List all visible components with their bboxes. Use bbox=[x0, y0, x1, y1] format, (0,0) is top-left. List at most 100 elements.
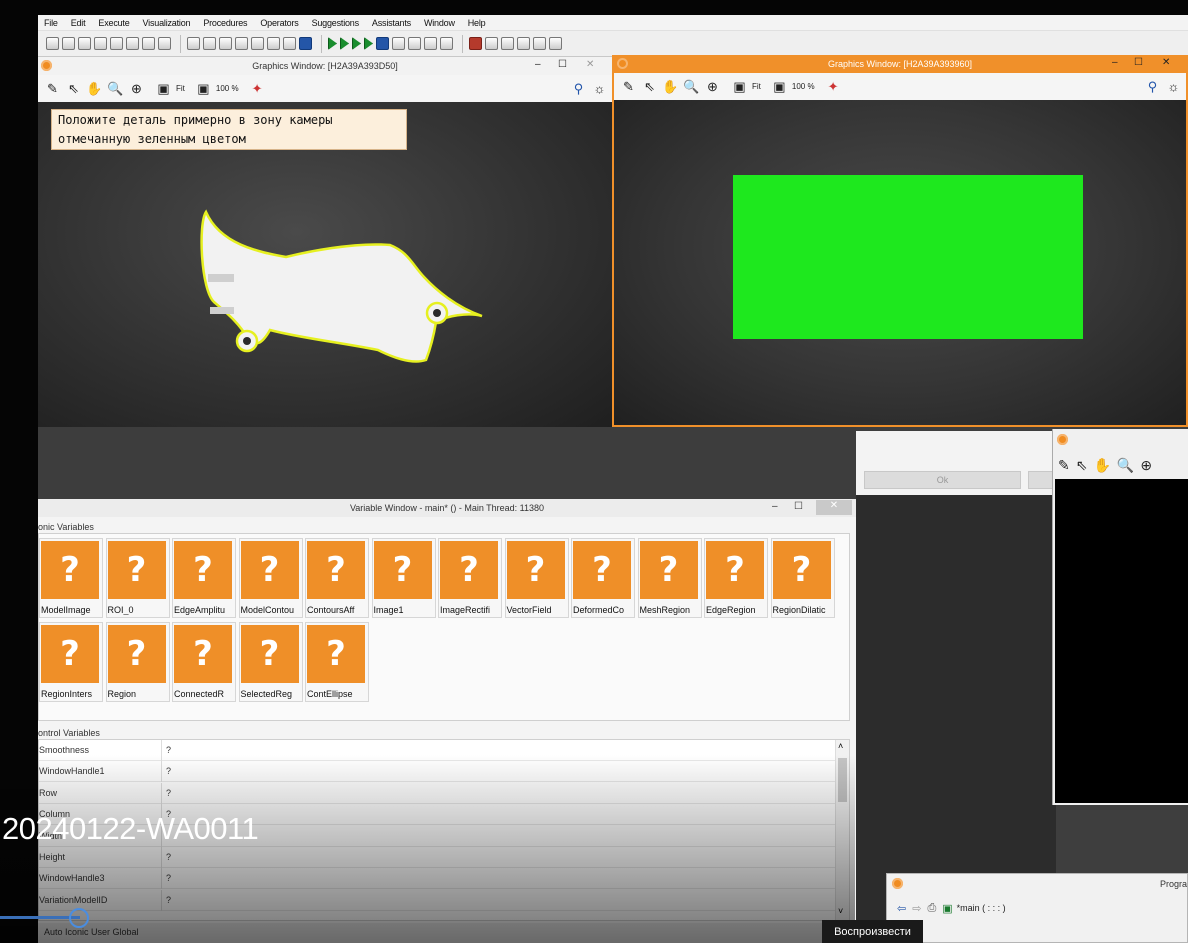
menu-execute[interactable]: Execute bbox=[98, 18, 129, 28]
zoom-percent-dropdown[interactable]: 100 % bbox=[792, 82, 815, 91]
print-icon[interactable] bbox=[110, 37, 123, 50]
minimize-button[interactable]: – bbox=[772, 501, 778, 512]
menu-visualization[interactable]: Visualization bbox=[143, 18, 191, 28]
find-icon[interactable] bbox=[267, 37, 280, 50]
zoom-percent-icon[interactable]: ▣ bbox=[195, 80, 212, 97]
edit-icon[interactable]: ✎ bbox=[1058, 457, 1070, 474]
menu-assistants[interactable]: Assistants bbox=[372, 18, 411, 28]
fit-dropdown[interactable]: Fit bbox=[176, 84, 185, 93]
menu-help[interactable]: Help bbox=[468, 18, 486, 28]
iconic-variable-tile[interactable]: ? Image1 bbox=[371, 538, 436, 618]
variable-window[interactable]: Variable Window - main* () - Main Thread… bbox=[38, 499, 856, 943]
control-scrollbar[interactable]: ˄ ˅ bbox=[835, 740, 849, 920]
close-button[interactable]: ✕ bbox=[586, 59, 594, 70]
zoom-dropdown-icon[interactable]: ⊕ bbox=[128, 80, 145, 97]
zoom-window-icon[interactable] bbox=[517, 37, 530, 50]
edit-icon[interactable]: ✎ bbox=[620, 78, 637, 95]
edit-icon[interactable]: ✎ bbox=[44, 80, 61, 97]
control-variable-row[interactable]: VariationModelID? bbox=[39, 889, 839, 911]
open-recent-icon[interactable] bbox=[78, 37, 91, 50]
zoom-dropdown-icon[interactable]: ⊕ bbox=[704, 78, 721, 95]
iconic-variable-tile[interactable]: ? RegionDilatic bbox=[770, 538, 835, 618]
iconic-variable-tile[interactable]: ? EdgeAmplitu bbox=[172, 538, 236, 618]
procedure-combo[interactable]: *main ( : : : ) bbox=[957, 903, 1006, 913]
iconic-variable-tile[interactable]: ? Region bbox=[105, 622, 170, 702]
maximize-button[interactable]: ☐ bbox=[1134, 57, 1143, 68]
binoculars-icon[interactable] bbox=[299, 37, 312, 50]
iconic-variable-tile[interactable]: ? VectorField bbox=[504, 538, 569, 618]
open-file-icon[interactable] bbox=[62, 37, 75, 50]
step-out-icon[interactable] bbox=[364, 37, 373, 50]
fit-icon[interactable]: ▣ bbox=[731, 78, 748, 95]
iconic-variable-tile[interactable]: ? RegionInters bbox=[39, 622, 103, 702]
magnifier-icon[interactable]: 🔍 bbox=[683, 78, 700, 95]
scroll-up-icon[interactable]: ˄ bbox=[838, 741, 843, 751]
scroll-down-icon[interactable]: ˅ bbox=[838, 906, 843, 916]
scrollbar-thumb[interactable] bbox=[838, 758, 847, 802]
paste-icon[interactable] bbox=[219, 37, 232, 50]
activate-icon[interactable] bbox=[408, 37, 421, 50]
minimize-button[interactable]: – bbox=[1112, 57, 1118, 68]
deactivate-icon[interactable] bbox=[424, 37, 437, 50]
close-button[interactable]: ✕ bbox=[1162, 57, 1170, 68]
fit-icon[interactable]: ▣ bbox=[155, 80, 172, 97]
pan-hand-icon[interactable]: ✋ bbox=[86, 80, 103, 97]
redo-icon[interactable] bbox=[251, 37, 264, 50]
graphics-window-right-titlebar[interactable]: Graphics Window: [H2A39A393960] – ☐ ✕ bbox=[614, 55, 1186, 73]
iconic-variable-tile[interactable]: ? DeformedCo bbox=[571, 538, 635, 618]
feature-inspection-icon[interactable] bbox=[549, 37, 562, 50]
ok-button[interactable]: Ok bbox=[864, 471, 1021, 489]
pan-hand-icon[interactable]: ✋ bbox=[1093, 457, 1110, 474]
video-progress-knob[interactable] bbox=[69, 908, 89, 928]
iconic-variable-tile[interactable]: ? EdgeRegion bbox=[704, 538, 768, 618]
reset-icon[interactable] bbox=[392, 37, 405, 50]
zoom-percent-dropdown[interactable]: 100 % bbox=[216, 84, 239, 93]
color-picker-icon[interactable]: ✦ bbox=[249, 80, 266, 97]
variable-window-titlebar[interactable]: Variable Window - main* () - Main Thread… bbox=[38, 499, 856, 517]
control-variable-row[interactable]: WindowHandle1? bbox=[39, 761, 839, 783]
pin-icon[interactable]: ⚲ bbox=[1144, 78, 1161, 95]
graphics-window-left[interactable]: Graphics Window: [H2A39A393D50] – ☐ ✕ ✎ … bbox=[38, 57, 612, 427]
step-into-icon[interactable] bbox=[352, 37, 361, 50]
iconic-variable-tile[interactable]: ? ModelImage bbox=[39, 538, 103, 618]
run-icon[interactable] bbox=[328, 37, 337, 50]
zoom-dropdown-icon[interactable]: ⊕ bbox=[1140, 457, 1152, 474]
pin-icon[interactable]: ⚲ bbox=[570, 80, 587, 97]
graphics-canvas-right[interactable] bbox=[614, 100, 1186, 425]
close-button[interactable]: ✕ bbox=[816, 500, 852, 515]
graphics-window-third[interactable]: ✎ ⇖ ✋ 🔍 ⊕ bbox=[1052, 429, 1188, 805]
lightbulb-icon[interactable]: ☼ bbox=[591, 80, 608, 97]
iconic-variable-tile[interactable]: ? ConnectedR bbox=[172, 622, 236, 702]
iconic-variable-tile[interactable]: ? ContoursAff bbox=[305, 538, 369, 618]
maximize-button[interactable]: ☐ bbox=[794, 501, 803, 512]
variable-tabs[interactable]: Auto Iconic User Global bbox=[38, 923, 850, 943]
menu-edit[interactable]: Edit bbox=[71, 18, 86, 28]
control-variable-row[interactable]: Height? bbox=[39, 847, 839, 868]
iconic-variable-tile[interactable]: ? ROI_0 bbox=[105, 538, 170, 618]
pointer-icon[interactable]: ⇖ bbox=[641, 78, 658, 95]
line-profile-icon[interactable] bbox=[501, 37, 514, 50]
minimize-button[interactable]: – bbox=[535, 59, 541, 70]
pan-hand-icon[interactable]: ✋ bbox=[662, 78, 679, 95]
lightbulb-icon[interactable]: ☼ bbox=[1165, 78, 1182, 95]
save-icon[interactable] bbox=[94, 37, 107, 50]
undo-icon[interactable] bbox=[235, 37, 248, 50]
iconic-variable-tile[interactable]: ? ContEllipse bbox=[305, 622, 369, 702]
control-variable-row[interactable]: Smoothness? bbox=[39, 740, 839, 761]
new-file-icon[interactable] bbox=[46, 37, 59, 50]
maximize-button[interactable]: ☐ bbox=[558, 59, 567, 70]
program-window[interactable]: Progra ⇦ ⇨ ⎙ ▣ *main ( : : : ) bbox=[886, 873, 1188, 943]
stop-icon[interactable] bbox=[376, 37, 389, 50]
graphics-canvas-left[interactable]: Положите деталь примерно в зону камеры о… bbox=[38, 102, 612, 427]
iconic-variable-tile[interactable]: ? SelectedReg bbox=[238, 622, 303, 702]
step-over-icon[interactable] bbox=[340, 37, 349, 50]
menu-procedures[interactable]: Procedures bbox=[203, 18, 247, 28]
histogram-icon[interactable] bbox=[485, 37, 498, 50]
menu-file[interactable]: File bbox=[44, 18, 58, 28]
pointer-icon[interactable]: ⇖ bbox=[65, 80, 82, 97]
menu-operators[interactable]: Operators bbox=[260, 18, 298, 28]
control-variable-row[interactable]: WindowHandle3? bbox=[39, 868, 839, 890]
print-icon[interactable]: ⎙ bbox=[927, 902, 936, 915]
graphics-canvas-third[interactable] bbox=[1055, 479, 1188, 803]
fit-dropdown[interactable]: Fit bbox=[752, 82, 761, 91]
